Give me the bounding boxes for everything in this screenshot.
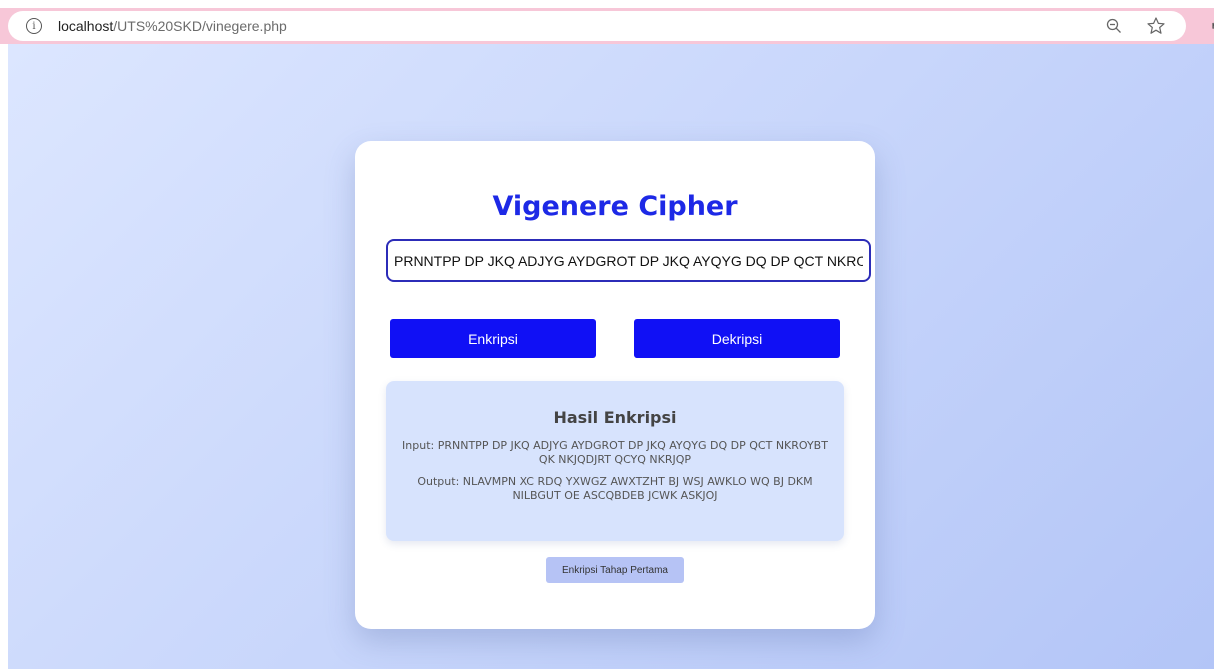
- encrypt-button[interactable]: Enkripsi: [390, 319, 596, 358]
- page-background: Vigenere Cipher Enkripsi Dekripsi Hasil …: [8, 44, 1214, 669]
- result-heading: Hasil Enkripsi: [553, 408, 677, 427]
- url-text[interactable]: localhost/UTS%20SKD/vinegere.php: [58, 18, 287, 34]
- result-output-text: Output: NLAVMPN XC RDQ YXWGZ AWXTZHT BJ …: [417, 475, 813, 502]
- zoom-out-icon[interactable]: [1106, 18, 1122, 34]
- browser-toolbar: i localhost/UTS%20SKD/vinegere.php: [0, 8, 1214, 44]
- first-stage-encrypt-button[interactable]: Enkripsi Tahap Pertama: [546, 557, 684, 583]
- result-panel: Hasil Enkripsi Input: PRNNTPP DP JKQ ADJ…: [386, 381, 844, 541]
- cipher-card: Vigenere Cipher Enkripsi Dekripsi Hasil …: [355, 141, 875, 629]
- extension-icon[interactable]: [1204, 22, 1214, 38]
- url-path: /UTS%20SKD/vinegere.php: [113, 18, 287, 34]
- result-input-text: Input: PRNNTPP DP JKQ ADJYG AYDGROT DP J…: [402, 439, 828, 466]
- decrypt-button[interactable]: Dekripsi: [634, 319, 840, 358]
- url-host: localhost: [58, 18, 114, 34]
- text-input[interactable]: [386, 239, 871, 282]
- bookmark-star-icon[interactable]: [1146, 16, 1166, 36]
- page-title: Vigenere Cipher: [492, 191, 738, 222]
- address-bar[interactable]: i localhost/UTS%20SKD/vinegere.php: [8, 11, 1186, 41]
- top-strip: [0, 0, 1214, 8]
- info-icon[interactable]: i: [26, 18, 42, 34]
